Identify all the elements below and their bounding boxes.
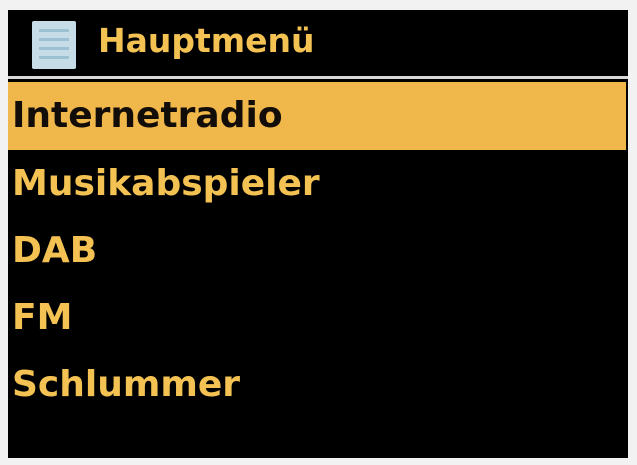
menu-item-label: Musikabspieler bbox=[12, 163, 320, 204]
header-bar: Hauptmenü bbox=[8, 10, 628, 76]
menu-item-musikabspieler[interactable]: Musikabspieler bbox=[8, 150, 626, 217]
menu-list-icon bbox=[32, 21, 76, 69]
radio-display: Hauptmenü Internetradio Musikabspieler D… bbox=[8, 10, 628, 458]
menu-item-dab[interactable]: DAB bbox=[8, 217, 626, 284]
menu-item-fm[interactable]: FM bbox=[8, 284, 626, 351]
menu-item-schlummer[interactable]: Schlummer bbox=[8, 351, 626, 418]
menu-item-label: Internetradio bbox=[12, 95, 283, 136]
page-title: Hauptmenü bbox=[98, 21, 315, 60]
menu-item-label: Schlummer bbox=[12, 364, 241, 405]
main-menu: Internetradio Musikabspieler DAB FM Schl… bbox=[8, 82, 628, 418]
menu-item-internetradio[interactable]: Internetradio bbox=[8, 82, 626, 150]
menu-item-label: FM bbox=[12, 297, 73, 338]
menu-item-label: DAB bbox=[12, 230, 98, 271]
header-divider bbox=[8, 76, 628, 79]
